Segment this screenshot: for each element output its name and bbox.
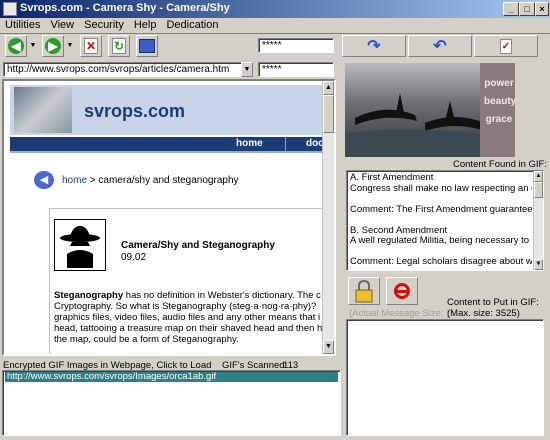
scroll-down-button[interactable]: ▼ xyxy=(323,340,334,354)
refresh-icon: ↻ xyxy=(112,38,126,54)
back-button[interactable]: ◀ xyxy=(5,35,27,57)
menu-security[interactable]: Security xyxy=(79,18,129,32)
article-date: 09.02 xyxy=(121,252,147,263)
password-field-1[interactable]: ***** xyxy=(258,38,334,53)
gif-word-grace: grace xyxy=(485,114,513,125)
title-bar: Svrops.com - Camera Shy - Camera/Shy _ □… xyxy=(0,0,550,18)
content-line: Comment: Legal scholars disagree about w… xyxy=(350,256,532,267)
address-input[interactable]: http://www.svrops.com/svrops/articles/ca… xyxy=(3,62,242,77)
maximize-button[interactable]: □ xyxy=(519,2,535,16)
article-line: head, tattooing a treasure map on their … xyxy=(54,323,323,334)
content-scroll-up[interactable]: ▲ xyxy=(534,171,543,182)
content-scroll-thumb[interactable] xyxy=(534,182,543,198)
forward-dropdown[interactable]: ▼ xyxy=(66,35,74,57)
encrypt-button[interactable] xyxy=(348,277,380,305)
content-to-put-textarea[interactable] xyxy=(346,319,544,436)
article-body: Steganography has no definition in Webst… xyxy=(54,290,324,345)
redo-icon: ↷ xyxy=(367,38,381,55)
forward-arrow-icon: ▶ xyxy=(45,38,61,54)
content-line: A well regulated Militia, being necessar… xyxy=(350,235,532,246)
header-photo xyxy=(14,87,72,133)
cancel-button[interactable] xyxy=(386,277,418,305)
content-line: Congress shall make no law respecting an… xyxy=(350,182,532,194)
web-browser-view[interactable]: svrops.com home docs ◀ home > camera/shy… xyxy=(2,79,336,356)
redo-button[interactable]: ↷ xyxy=(342,35,406,57)
stop-button[interactable]: ✕ xyxy=(80,35,102,57)
article-line: has no definition in Webster's dictionar… xyxy=(123,290,321,301)
breadcrumb-current: > camera/shy and steganography xyxy=(89,175,239,186)
check-button[interactable]: ✓ xyxy=(474,35,538,57)
scroll-up-button[interactable]: ▲ xyxy=(323,81,334,95)
spy-icon xyxy=(60,226,100,268)
back-dropdown[interactable]: ▼ xyxy=(29,35,37,57)
content-found-textarea[interactable]: A. First Amendment Congress shall make n… xyxy=(346,170,544,271)
content-found-text: A. First Amendment Congress shall make n… xyxy=(350,173,532,268)
breadcrumb: home > camera/shy and steganography xyxy=(62,175,239,186)
content-line xyxy=(350,215,532,226)
app-icon xyxy=(3,2,17,16)
lock-icon xyxy=(355,279,373,303)
scroll-thumb[interactable] xyxy=(323,95,334,133)
gif-word-power: power xyxy=(484,78,514,89)
menu-dedication[interactable]: Dedication xyxy=(161,18,223,32)
stop-icon: ✕ xyxy=(84,38,98,54)
undo-button[interactable]: ↶ xyxy=(408,35,472,57)
back-circle-icon[interactable]: ◀ xyxy=(34,171,54,189)
password-field-2[interactable]: ***** xyxy=(258,62,334,77)
article-body-bold: Steganography xyxy=(54,290,124,301)
browser-scrollbar[interactable]: ▲ ▼ xyxy=(322,81,334,354)
content-scrollbar[interactable]: ▲ ▼ xyxy=(533,171,543,270)
site-logo: svrops.com xyxy=(84,101,186,121)
close-button[interactable]: × xyxy=(535,2,549,16)
article-line: the map, could be a form of Steganograph… xyxy=(54,334,239,345)
content-scroll-down[interactable]: ▼ xyxy=(534,259,543,270)
window-title: Svrops.com - Camera Shy - Camera/Shy xyxy=(20,2,230,14)
article-title: Camera/Shy and Steganography xyxy=(121,240,275,251)
forward-button[interactable]: ▶ xyxy=(42,35,64,57)
site-nav-bar: home docs xyxy=(10,137,329,151)
checklist-icon: ✓ xyxy=(500,38,512,54)
gif-list-item-selected[interactable]: http://www.svrops.com/svrops/Images/orca… xyxy=(5,372,338,382)
menu-help[interactable]: Help xyxy=(129,18,162,32)
content-put-label: Content to Put in GIF: xyxy=(447,297,539,308)
breadcrumb-home-link[interactable]: home xyxy=(62,175,87,186)
article-line: Cryptography. So what is Steganography (… xyxy=(54,301,317,312)
gif-words: power beauty grace xyxy=(484,75,517,129)
orca-image xyxy=(345,93,492,157)
home-icon xyxy=(139,39,155,53)
minimize-button[interactable]: _ xyxy=(503,2,519,16)
undo-icon: ↶ xyxy=(433,38,447,55)
nav-home-link[interactable]: home xyxy=(236,138,263,149)
refresh-button[interactable]: ↻ xyxy=(108,35,130,57)
back-arrow-icon: ◀ xyxy=(8,38,24,54)
gif-preview-image xyxy=(345,63,492,157)
home-button[interactable] xyxy=(136,35,158,57)
no-icon xyxy=(394,283,410,299)
actual-size-label: (Actual Message Size: ) xyxy=(349,308,450,319)
spy-image xyxy=(54,219,106,271)
content-line xyxy=(350,194,532,205)
max-size-label: (Max. size: 3525) xyxy=(447,308,520,319)
menu-bar: Utilities View Security Help Dedication xyxy=(0,18,550,32)
content-line: Comment: The First Amendment guarantees … xyxy=(350,203,532,215)
gif-list[interactable]: http://www.svrops.com/svrops/Images/orca… xyxy=(2,370,341,436)
menu-view[interactable]: View xyxy=(45,18,79,32)
content-found-label: Content Found in GIF: xyxy=(453,159,547,170)
gif-word-beauty: beauty xyxy=(484,96,517,107)
article-line: graphics files, video files, audio files… xyxy=(54,312,321,323)
menu-utilities[interactable]: Utilities xyxy=(0,18,45,32)
content-line: A. First Amendment xyxy=(350,173,434,183)
address-dropdown-button[interactable]: ▼ xyxy=(241,62,253,77)
